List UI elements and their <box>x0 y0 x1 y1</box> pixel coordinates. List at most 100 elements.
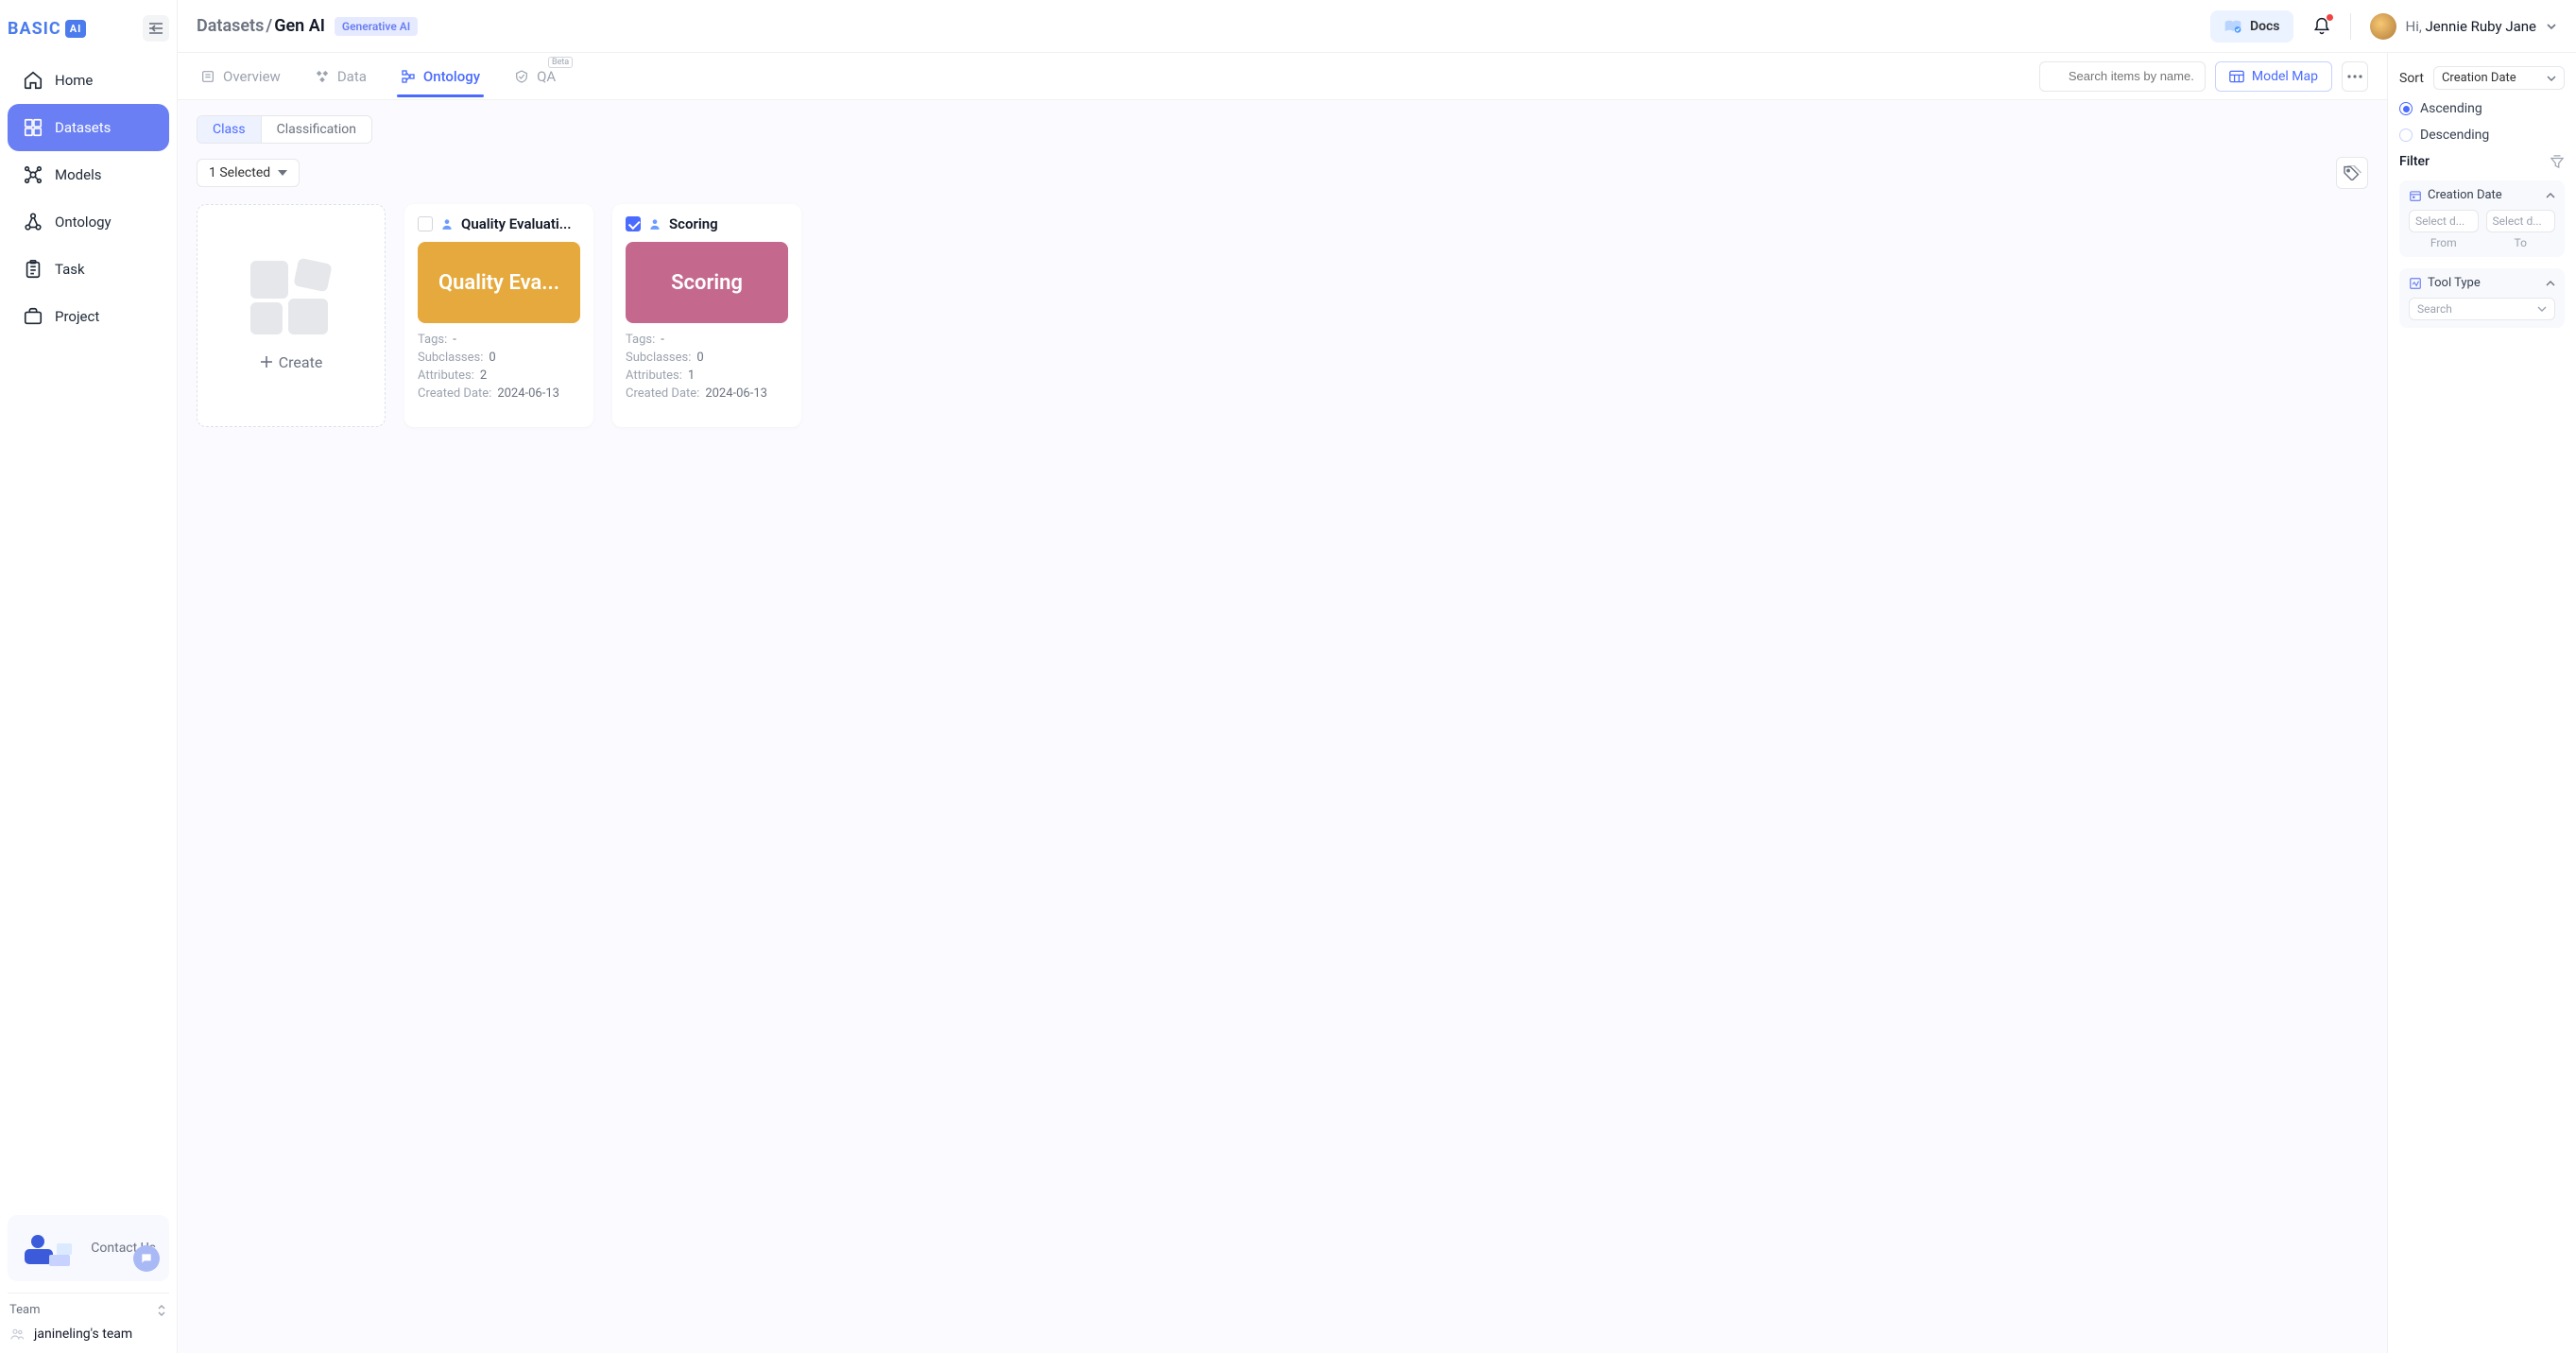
tag-button[interactable] <box>2336 157 2368 189</box>
radio-label: Descending <box>2420 128 2489 143</box>
segment-classification[interactable]: Classification <box>262 116 371 143</box>
search-input[interactable] <box>2039 61 2206 92</box>
breadcrumb-sep: / <box>266 16 272 36</box>
sidebar-item-datasets[interactable]: Datasets <box>8 104 169 151</box>
model-map-icon <box>2229 70 2244 83</box>
selected-count-label: 1 Selected <box>209 165 270 180</box>
project-icon <box>23 306 43 327</box>
sidebar-item-ontology[interactable]: Ontology <box>8 198 169 246</box>
date-to-label: To <box>2486 236 2556 249</box>
notifications-button[interactable] <box>2312 16 2331 37</box>
sort-label: Sort <box>2399 71 2424 86</box>
team-icon <box>9 1327 25 1342</box>
overview-icon <box>200 69 215 84</box>
home-icon <box>23 70 43 91</box>
model-map-button[interactable]: Model Map <box>2215 61 2332 92</box>
filter-group-title: Tool Type <box>2428 276 2481 290</box>
person-icon <box>648 217 661 231</box>
selected-dropdown[interactable]: 1 Selected <box>197 159 300 187</box>
meta-value-subclasses: 0 <box>696 351 703 365</box>
tab-data[interactable]: Data <box>311 57 370 96</box>
nav-label: Project <box>55 308 99 325</box>
more-button[interactable] <box>2342 61 2368 92</box>
tab-overview[interactable]: Overview <box>197 57 284 96</box>
tab-qa[interactable]: QA Beta <box>510 57 559 96</box>
data-icon <box>315 69 330 84</box>
chevron-up-icon[interactable] <box>2546 193 2555 198</box>
class-card[interactable]: Quality Evaluati... Quality Eva... Tags:… <box>404 204 593 427</box>
filter-group-creation-date: Creation Date Select d... Select d... Fr… <box>2399 180 2565 257</box>
avatar <box>2370 13 2396 40</box>
sidebar-collapse-button[interactable] <box>143 15 169 42</box>
sidebar-item-home[interactable]: Home <box>8 57 169 104</box>
user-menu[interactable]: Hi, Jennie Ruby Jane <box>2370 13 2558 40</box>
card-checkbox[interactable] <box>626 216 641 231</box>
card-banner: Scoring <box>626 242 788 323</box>
breadcrumb-root[interactable]: Datasets <box>197 16 264 36</box>
tool-type-search[interactable]: Search <box>2409 298 2555 320</box>
contact-us-card[interactable]: Contact Us <box>8 1215 169 1281</box>
docs-button[interactable]: Docs <box>2210 10 2293 43</box>
sidebar-item-models[interactable]: Models <box>8 151 169 198</box>
ontology-icon <box>23 212 43 232</box>
meta-value-created: 2024-06-13 <box>497 386 559 401</box>
contact-illustration <box>21 1226 76 1270</box>
nav-label: Ontology <box>55 214 112 231</box>
caret-down-icon <box>278 170 287 176</box>
sort-ascending-radio[interactable]: Ascending <box>2399 101 2565 116</box>
nav-label: Task <box>55 261 85 278</box>
greeting-prefix: Hi, <box>2406 18 2426 35</box>
meta-label-created: Created Date: <box>626 386 699 401</box>
beta-badge: Beta <box>548 57 573 68</box>
qa-icon <box>514 69 529 84</box>
docs-icon <box>2224 18 2242 35</box>
ellipsis-icon <box>2347 75 2362 78</box>
card-checkbox[interactable] <box>418 216 433 231</box>
sort-value: Creation Date <box>2442 71 2516 85</box>
task-icon <box>23 259 43 280</box>
models-icon <box>23 164 43 185</box>
sort-descending-radio[interactable]: Descending <box>2399 128 2565 143</box>
meta-value-attributes: 1 <box>688 368 695 383</box>
filter-label: Filter <box>2399 154 2430 169</box>
dataset-type-tag: Generative AI <box>335 17 418 36</box>
meta-value-subclasses: 0 <box>489 351 495 365</box>
app-logo: BASICAI <box>8 19 86 39</box>
tool-type-placeholder: Search <box>2417 302 2452 316</box>
meta-label-created: Created Date: <box>418 386 491 401</box>
sidebar-item-project[interactable]: Project <box>8 293 169 340</box>
meta-label-attributes: Attributes: <box>418 368 474 383</box>
card-title: Scoring <box>669 215 788 232</box>
nav-label: Models <box>55 166 101 183</box>
sidebar-item-task[interactable]: Task <box>8 246 169 293</box>
datasets-icon <box>23 117 43 138</box>
divider <box>2350 13 2351 40</box>
filter-date-to-input[interactable]: Select d... <box>2486 210 2556 232</box>
nav-label: Home <box>55 72 93 89</box>
sidebar: BASICAI Home Datasets Models Ontology <box>0 0 178 1353</box>
segment-control: Class Classification <box>197 115 372 144</box>
team-selector[interactable]: janineling's team <box>8 1323 169 1345</box>
radio-icon <box>2399 128 2413 142</box>
class-card[interactable]: Scoring Scoring Tags:- Subclasses:0 Attr… <box>612 204 801 427</box>
create-label: Create <box>279 353 323 371</box>
calendar-icon <box>2409 189 2422 202</box>
create-class-card[interactable]: Create <box>197 204 386 427</box>
chevron-up-icon[interactable] <box>2546 281 2555 286</box>
meta-value-tags: - <box>661 333 664 347</box>
meta-label-tags: Tags: <box>626 333 655 347</box>
filter-date-from-input[interactable]: Select d... <box>2409 210 2479 232</box>
meta-value-created: 2024-06-13 <box>705 386 767 401</box>
user-name: Jennie Ruby Jane <box>2426 18 2536 35</box>
filter-reset-icon[interactable] <box>2550 155 2565 168</box>
tab-ontology[interactable]: Ontology <box>397 57 484 96</box>
sort-dropdown[interactable]: Creation Date <box>2433 66 2565 90</box>
meta-value-tags: - <box>453 333 456 347</box>
chat-icon <box>133 1245 160 1272</box>
tab-label: Data <box>337 68 367 85</box>
team-section-label: Team <box>9 1303 41 1317</box>
sort-icon[interactable] <box>156 1304 167 1317</box>
breadcrumb-current: Gen AI <box>274 16 325 36</box>
top-bar: Datasets / Gen AI Generative AI Docs Hi,… <box>178 0 2576 53</box>
segment-class[interactable]: Class <box>197 116 262 143</box>
